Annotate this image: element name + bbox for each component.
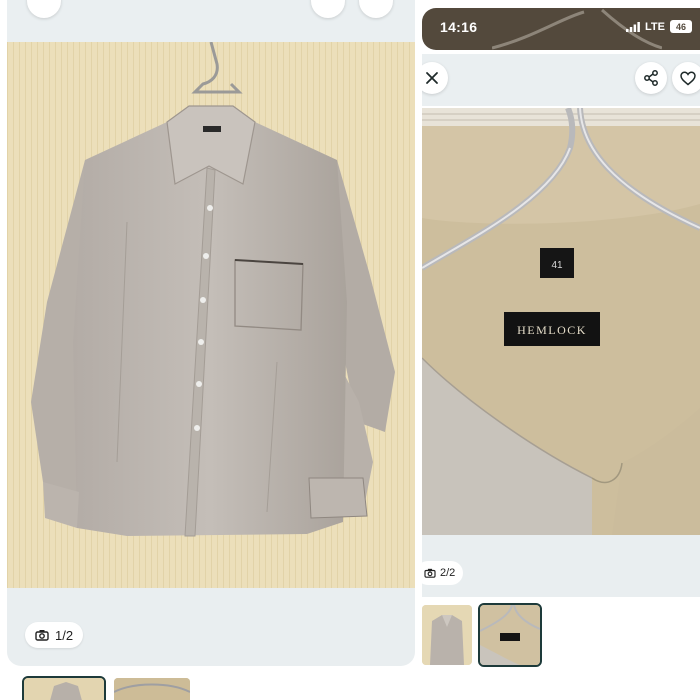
right-thumb-2[interactable] [478,603,542,667]
main-product-photo[interactable] [7,42,415,588]
left-counter-text: 1/2 [55,627,74,643]
status-bar: 14:16 LTE 46 [422,8,700,50]
left-top-bar [7,0,415,42]
thumb-label-drawing [114,678,190,700]
heart-icon [680,71,696,85]
favorite-button[interactable] [672,62,700,94]
favorite-button[interactable] [359,0,393,18]
right-counter-bar: 2/2 [422,535,700,597]
right-image-counter: 2/2 [422,561,464,585]
share-icon [644,70,658,86]
signal-icon [626,21,640,32]
status-indicators: LTE 46 [626,20,692,33]
left-gallery-panel: 1/2 [7,0,415,666]
left-thumb-1[interactable] [22,676,106,700]
battery-icon: 46 [670,20,692,33]
right-top-bar [422,54,700,106]
thumb-shirt-drawing [422,605,472,665]
camera-icon [35,630,49,641]
share-button[interactable] [635,62,667,94]
left-image-counter: 1/2 [25,622,84,648]
right-thumbnail-strip [422,597,700,672]
right-gallery-panel: 14:16 LTE 46 41 HEMLOCK 2/2 [422,0,700,700]
size-label: 41 [551,260,563,271]
right-counter-text: 2/2 [440,567,456,579]
brand-label: HEMLOCK [517,323,587,337]
shirt-photo-drawing [7,42,415,588]
camera-icon [424,568,436,578]
close-button[interactable] [422,62,448,94]
label-closeup-photo[interactable]: 41 HEMLOCK [422,108,700,535]
share-button[interactable] [311,0,345,18]
thumb-shirt-drawing [24,678,104,700]
close-icon [426,72,438,84]
network-type: LTE [645,20,665,33]
right-thumb-1[interactable] [422,605,472,665]
screenshot-collage: 1/2 14:16 LTE 46 41 HEMLOCK 2/2 [0,0,700,700]
label-photo-drawing: 41 HEMLOCK [422,108,700,535]
status-time: 14:16 [440,19,478,35]
left-thumb-2[interactable] [114,678,190,700]
thumb-label-drawing [480,605,540,665]
back-button[interactable] [27,0,61,18]
